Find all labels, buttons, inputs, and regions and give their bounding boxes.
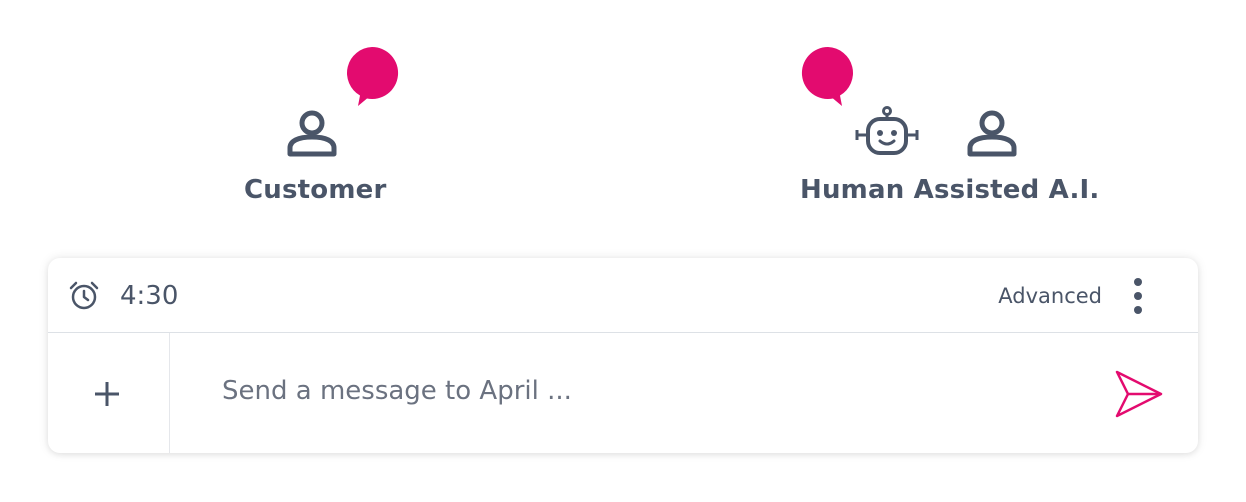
chat-composer: 4:30 Advanced bbox=[48, 258, 1198, 453]
add-attachment-button[interactable] bbox=[48, 333, 170, 453]
assistant-label: Human Assisted A.I. bbox=[800, 175, 1100, 205]
robot-icon bbox=[855, 106, 919, 155]
alarm-clock-icon bbox=[69, 281, 99, 310]
more-vertical-icon[interactable] bbox=[1118, 276, 1158, 316]
composer-toolbar: 4:30 Advanced bbox=[48, 258, 1198, 333]
person-icon bbox=[287, 110, 337, 157]
customer-label: Customer bbox=[244, 175, 387, 205]
speech-bubble-icon bbox=[801, 46, 854, 106]
message-input[interactable] bbox=[222, 371, 1062, 411]
plus-icon bbox=[95, 382, 119, 406]
timer-value: 4:30 bbox=[120, 281, 179, 311]
speech-bubble-icon bbox=[346, 46, 399, 106]
composer-input-row bbox=[48, 333, 1198, 453]
advanced-button[interactable]: Advanced bbox=[998, 282, 1102, 310]
person-icon bbox=[967, 110, 1017, 157]
send-icon[interactable] bbox=[1114, 369, 1164, 419]
